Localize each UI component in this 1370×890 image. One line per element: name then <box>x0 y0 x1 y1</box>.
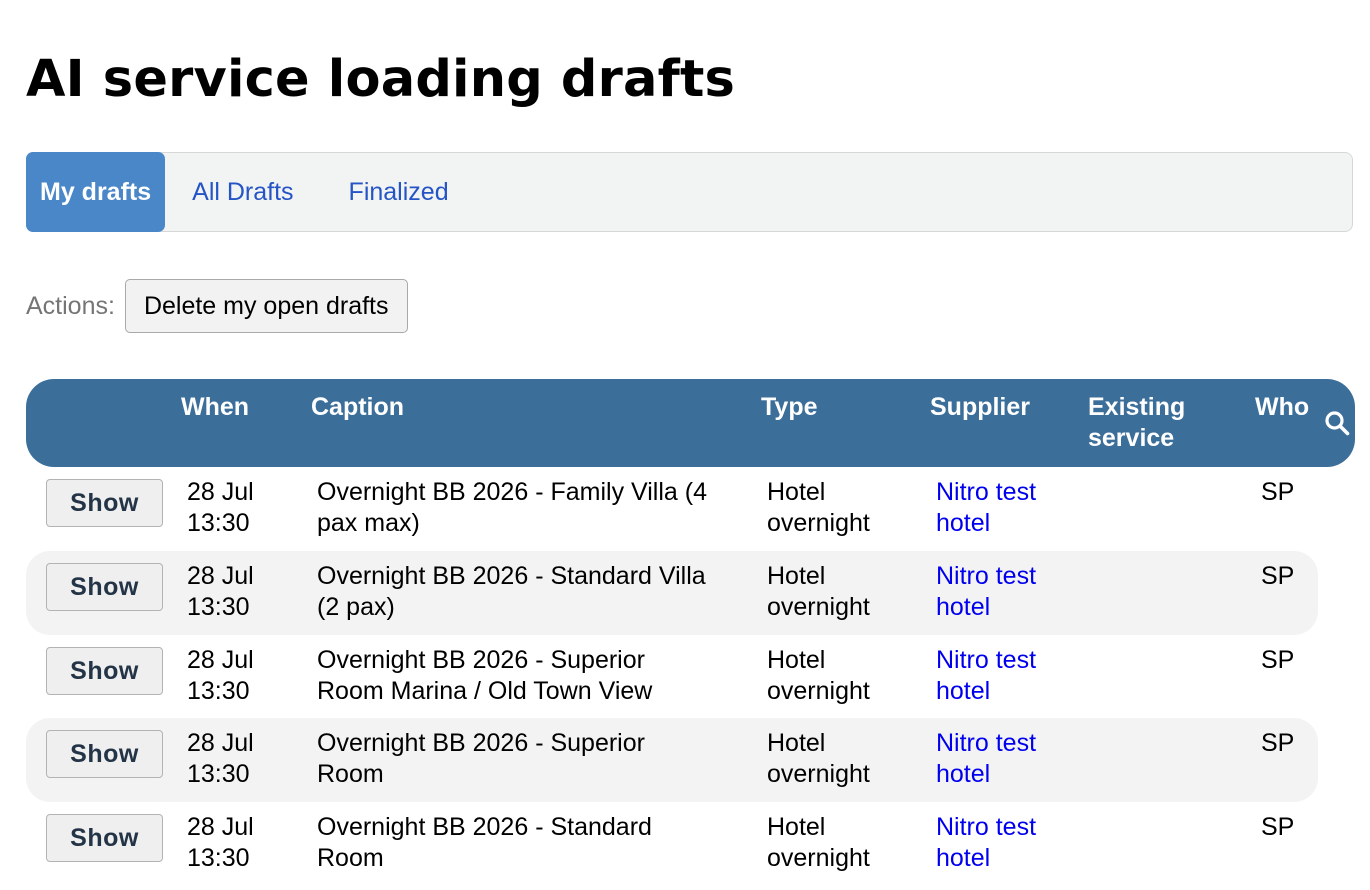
caption-line2: (2 pax) <box>317 593 395 621</box>
cell-caption: Overnight BB 2026 - Superior Room Marina … <box>317 645 747 707</box>
cell-who: SP <box>1261 562 1295 590</box>
cell-caption: Overnight BB 2026 - Standard Room <box>317 812 747 874</box>
supplier-link[interactable]: Nitro test hotel <box>936 561 1086 623</box>
show-button[interactable]: Show <box>46 479 163 527</box>
when-time: 13:30 <box>187 677 250 705</box>
column-header-caption[interactable]: Caption <box>311 392 404 423</box>
caption-line1: Overnight BB 2026 - Superior <box>317 646 645 674</box>
column-header-who[interactable]: Who <box>1255 392 1309 423</box>
column-header-when[interactable]: When <box>181 392 249 423</box>
show-button[interactable]: Show <box>46 814 163 862</box>
caption-line1: Overnight BB 2026 - Standard <box>317 813 652 841</box>
cell-caption: Overnight BB 2026 - Standard Villa (2 pax… <box>317 561 747 623</box>
caption-line1: Overnight BB 2026 - Superior <box>317 729 645 757</box>
cell-when: 28 Jul 13:30 <box>187 812 297 874</box>
page-title: AI service loading drafts <box>26 50 736 109</box>
supplier-link[interactable]: Nitro test hotel <box>936 812 1086 874</box>
cell-when: 28 Jul 13:30 <box>187 645 297 707</box>
cell-when: 28 Jul 13:30 <box>187 477 297 539</box>
caption-line2: Room Marina / Old Town View <box>317 677 653 705</box>
table-row: Show 28 Jul 13:30 Overnight BB 2026 - Fam… <box>26 467 1318 551</box>
show-button[interactable]: Show <box>46 730 163 778</box>
when-time: 13:30 <box>187 509 250 537</box>
caption-line2: Room <box>317 760 384 788</box>
when-time: 13:30 <box>187 760 250 788</box>
table-header: When Caption Type Supplier Existing serv… <box>26 379 1355 467</box>
type-line2: overnight <box>767 760 870 788</box>
caption-line2: Room <box>317 844 384 872</box>
type-line1: Hotel <box>767 646 826 674</box>
cell-type: Hotel overnight <box>767 561 917 623</box>
supplier-line2: hotel <box>936 760 991 788</box>
tab-my-drafts[interactable]: My drafts <box>26 152 166 232</box>
when-date: 28 Jul <box>187 813 254 841</box>
cell-caption: Overnight BB 2026 - Family Villa (4 pax m… <box>317 477 747 539</box>
cell-type: Hotel overnight <box>767 477 917 539</box>
type-line1: Hotel <box>767 729 826 757</box>
table-row: Show 28 Jul 13:30 Overnight BB 2026 - Sta… <box>26 802 1318 886</box>
when-date: 28 Jul <box>187 562 254 590</box>
supplier-link[interactable]: Nitro test hotel <box>936 477 1086 539</box>
cell-when: 28 Jul 13:30 <box>187 728 297 790</box>
supplier-link[interactable]: Nitro test hotel <box>936 728 1086 790</box>
supplier-line2: hotel <box>936 844 991 872</box>
cell-caption: Overnight BB 2026 - Superior Room <box>317 728 747 790</box>
table-row: Show 28 Jul 13:30 Overnight BB 2026 - Sup… <box>26 635 1318 719</box>
caption-line1: Overnight BB 2026 - Family Villa (4 <box>317 478 707 506</box>
when-time: 13:30 <box>187 844 250 872</box>
existing-header-line2: service <box>1088 424 1175 452</box>
search-icon[interactable] <box>1324 410 1350 436</box>
column-header-supplier[interactable]: Supplier <box>930 392 1030 423</box>
caption-line2: pax max) <box>317 509 420 537</box>
type-line2: overnight <box>767 593 870 621</box>
type-line1: Hotel <box>767 562 826 590</box>
show-button[interactable]: Show <box>46 647 163 695</box>
cell-who: SP <box>1261 478 1295 506</box>
cell-type: Hotel overnight <box>767 728 917 790</box>
supplier-line1: Nitro test <box>936 478 1037 506</box>
tab-all-drafts[interactable]: All Drafts <box>165 153 321 231</box>
actions-bar: Actions: Delete my open drafts <box>26 279 408 333</box>
table-row: Show 28 Jul 13:30 Overnight BB 2026 - Sta… <box>26 551 1318 635</box>
column-header-type[interactable]: Type <box>761 392 818 423</box>
caption-line1: Overnight BB 2026 - Standard Villa <box>317 562 706 590</box>
type-line1: Hotel <box>767 478 826 506</box>
cell-type: Hotel overnight <box>767 645 917 707</box>
column-header-existing-service[interactable]: Existing service <box>1088 392 1185 454</box>
when-date: 28 Jul <box>187 729 254 757</box>
tab-bar: My drafts All Drafts Finalized <box>26 152 1353 232</box>
cell-type: Hotel overnight <box>767 812 917 874</box>
supplier-line1: Nitro test <box>936 562 1037 590</box>
supplier-line2: hotel <box>936 677 991 705</box>
delete-open-drafts-button[interactable]: Delete my open drafts <box>124 279 408 333</box>
when-date: 28 Jul <box>187 478 254 506</box>
supplier-line1: Nitro test <box>936 813 1037 841</box>
table-row: Show 28 Jul 13:30 Overnight BB 2026 - Sup… <box>26 718 1318 802</box>
cell-who: SP <box>1261 729 1295 757</box>
existing-header-line1: Existing <box>1088 393 1186 421</box>
type-line2: overnight <box>767 844 870 872</box>
type-line2: overnight <box>767 509 870 537</box>
cell-who: SP <box>1261 646 1295 674</box>
actions-label: Actions: <box>26 291 115 320</box>
type-line2: overnight <box>767 677 870 705</box>
tab-finalized[interactable]: Finalized <box>322 153 477 231</box>
cell-when: 28 Jul 13:30 <box>187 561 297 623</box>
supplier-line2: hotel <box>936 593 991 621</box>
supplier-line1: Nitro test <box>936 646 1037 674</box>
when-time: 13:30 <box>187 593 250 621</box>
show-button[interactable]: Show <box>46 563 163 611</box>
supplier-line2: hotel <box>936 509 991 537</box>
when-date: 28 Jul <box>187 646 254 674</box>
supplier-link[interactable]: Nitro test hotel <box>936 645 1086 707</box>
cell-who: SP <box>1261 813 1295 841</box>
supplier-line1: Nitro test <box>936 729 1037 757</box>
type-line1: Hotel <box>767 813 826 841</box>
